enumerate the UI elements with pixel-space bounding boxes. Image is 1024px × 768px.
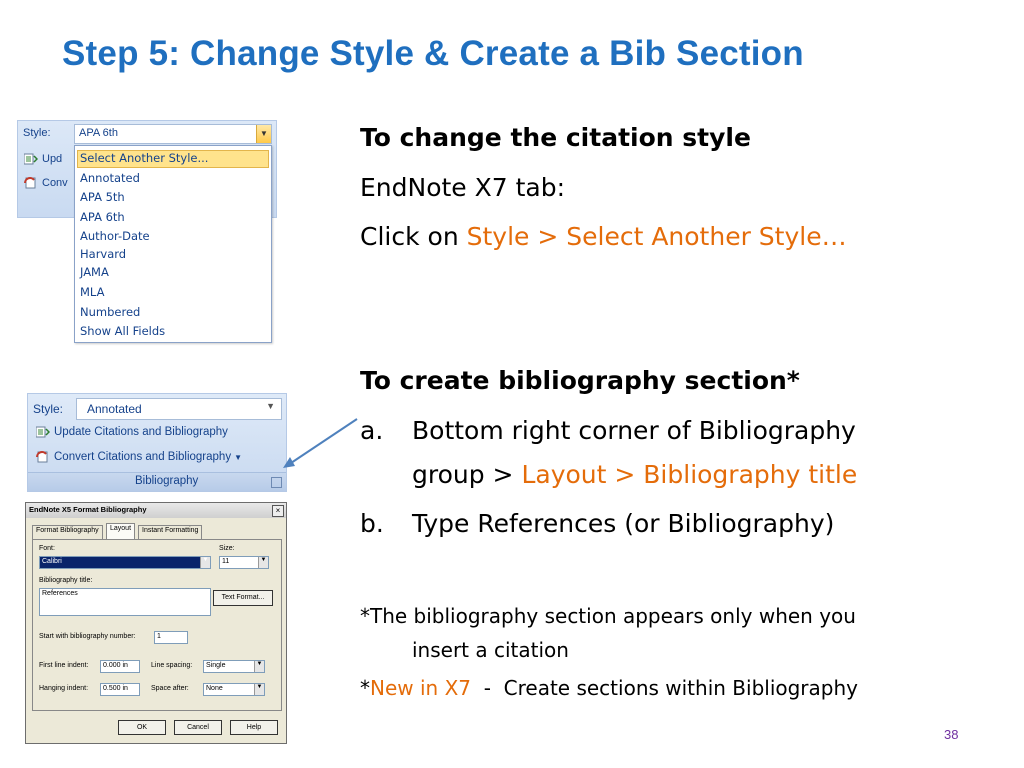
style-label: Style: xyxy=(23,127,51,139)
style-option[interactable]: Select Another Style... xyxy=(80,151,208,165)
style-option[interactable]: Annotated xyxy=(80,171,140,185)
step-b-text: Type References (or Bibliography) xyxy=(412,509,835,538)
style-option[interactable]: Numbered xyxy=(80,305,140,319)
convert-citations-row[interactable]: Conv xyxy=(24,177,68,189)
update-citations-icon xyxy=(24,153,38,165)
first-indent-label: First line indent: xyxy=(39,662,89,669)
size-label: Size: xyxy=(219,545,235,552)
space-after-label: Space after: xyxy=(151,685,189,692)
style-dropdown-list: Select Another Style... Annotated APA 5t… xyxy=(74,145,272,343)
style-option[interactable]: Author-Date xyxy=(80,229,150,243)
heading-change-style: To change the citation style xyxy=(360,123,751,152)
chevron-down-icon[interactable]: ▼ xyxy=(254,661,264,672)
chevron-down-icon[interactable]: ▼ xyxy=(258,557,268,568)
select-style-highlight: Style > Select Another Style… xyxy=(466,222,847,251)
space-after-value: None xyxy=(206,685,223,692)
dialog-launcher-icon[interactable] xyxy=(271,477,282,488)
convert-citations-icon xyxy=(24,177,36,189)
font-label: Font: xyxy=(39,545,55,552)
tab-layout[interactable]: Layout xyxy=(106,523,136,539)
line-spacing-value: Single xyxy=(206,662,226,669)
pointer-arrow xyxy=(283,418,358,468)
step-a-line2: group > Layout > Bibliography title xyxy=(412,460,857,489)
convert-citations-button[interactable]: Convert Citations and Bibliography ▼ xyxy=(36,451,242,463)
help-button[interactable]: Help xyxy=(230,720,278,735)
note-1-line1: *The bibliography section appears only w… xyxy=(360,604,856,628)
font-select[interactable]: Calibri ▼ xyxy=(39,556,211,569)
ok-button[interactable]: OK xyxy=(118,720,166,735)
bib-title-label: Bibliography title: xyxy=(39,577,93,584)
style-option[interactable]: APA 5th xyxy=(80,190,125,204)
note-1-line2: insert a citation xyxy=(412,638,569,662)
click-on-prefix: Click on xyxy=(360,222,467,251)
start-number-input[interactable]: 1 xyxy=(154,631,188,644)
tab-format-bibliography[interactable]: Format Bibliography xyxy=(32,525,103,539)
style-label: Style: xyxy=(33,402,64,416)
style-combo[interactable]: Annotated ▼ xyxy=(76,398,282,420)
chevron-down-icon[interactable]: ▼ xyxy=(256,125,271,143)
hanging-indent-label: Hanging indent: xyxy=(39,685,89,692)
tab-instant-formatting[interactable]: Instant Formatting xyxy=(138,525,203,539)
first-indent-value: 0.000 in xyxy=(103,662,128,669)
page-number: 38 xyxy=(944,727,959,742)
slide-title: Step 5: Change Style & Create a Bib Sect… xyxy=(62,34,804,73)
style-combo-value: APA 6th xyxy=(79,127,118,139)
note-2-star: * xyxy=(360,676,370,700)
style-option[interactable]: Harvard xyxy=(80,247,126,261)
convert-label: Convert Citations and Bibliography xyxy=(54,451,232,464)
size-select[interactable]: 11 ▼ xyxy=(219,556,269,569)
bib-title-value: References xyxy=(42,590,78,597)
bibliography-group-screenshot: Style: Annotated ▼ Update Citations and … xyxy=(27,393,287,492)
style-option[interactable]: MLA xyxy=(80,285,104,299)
click-on-line: Click on Style > Select Another Style… xyxy=(360,222,847,251)
update-label: Upd xyxy=(42,153,63,165)
text-format-button[interactable]: Text Format... xyxy=(213,590,273,606)
font-value: Calibri xyxy=(42,558,62,565)
chevron-down-icon[interactable]: ▼ xyxy=(200,557,210,568)
step-a-prefix: group > xyxy=(412,460,522,489)
convert-citations-icon xyxy=(36,451,48,463)
style-combo[interactable]: APA 6th ▼ xyxy=(74,124,272,144)
format-bibliography-dialog: EndNote X5 Format Bibliography × Format … xyxy=(25,502,287,744)
style-option[interactable]: JAMA xyxy=(80,265,109,279)
line-spacing-select[interactable]: Single ▼ xyxy=(203,660,265,673)
update-citations-row[interactable]: Upd xyxy=(24,153,62,165)
chevron-down-icon[interactable]: ▼ xyxy=(234,453,242,462)
update-citations-icon xyxy=(36,426,50,438)
step-a-marker: a. xyxy=(360,416,384,445)
hanging-indent-input[interactable]: 0.500 in xyxy=(100,683,140,696)
start-number-label: Start with bibliography number: xyxy=(39,633,136,640)
hanging-indent-value: 0.500 in xyxy=(103,685,128,692)
bib-title-input[interactable]: References xyxy=(39,588,211,616)
dialog-title: EndNote X5 Format Bibliography xyxy=(29,505,147,514)
style-option[interactable]: APA 6th xyxy=(80,210,125,224)
step-a-line1: Bottom right corner of Bibliography xyxy=(412,416,856,445)
close-icon[interactable]: × xyxy=(272,505,284,517)
heading-create-bibliography: To create bibliography section* xyxy=(360,366,800,395)
cancel-button[interactable]: Cancel xyxy=(174,720,222,735)
layout-highlight: Layout > Bibliography title xyxy=(521,460,858,489)
update-citations-button[interactable]: Update Citations and Bibliography xyxy=(36,426,228,438)
space-after-select[interactable]: None ▼ xyxy=(203,683,265,696)
size-value: 11 xyxy=(222,558,230,565)
step-b-marker: b. xyxy=(360,509,384,538)
group-label: Bibliography xyxy=(135,475,199,487)
style-option[interactable]: Show All Fields xyxy=(80,324,165,338)
layout-panel: Font: Calibri ▼ Size: 11 ▼ Bibliography ti… xyxy=(32,539,282,711)
style-combo-value: Annotated xyxy=(87,402,142,416)
chevron-down-icon[interactable]: ▼ xyxy=(254,684,264,695)
convert-label: Conv xyxy=(42,177,68,189)
chevron-down-icon[interactable]: ▼ xyxy=(266,401,275,411)
endnote-tab-line: EndNote X7 tab: xyxy=(360,173,566,202)
first-indent-input[interactable]: 0.000 in xyxy=(100,660,140,673)
update-label: Update Citations and Bibliography xyxy=(54,426,228,439)
start-number-value: 1 xyxy=(157,633,161,640)
note-2-rest: - Create sections within Bibliography xyxy=(471,676,858,700)
dialog-titlebar: EndNote X5 Format Bibliography × xyxy=(26,503,286,518)
new-in-x7-highlight: New in X7 xyxy=(370,676,471,700)
group-footer: Bibliography xyxy=(28,472,286,491)
note-2: *New in X7 - Create sections within Bibl… xyxy=(360,676,858,700)
line-spacing-label: Line spacing: xyxy=(151,662,193,669)
